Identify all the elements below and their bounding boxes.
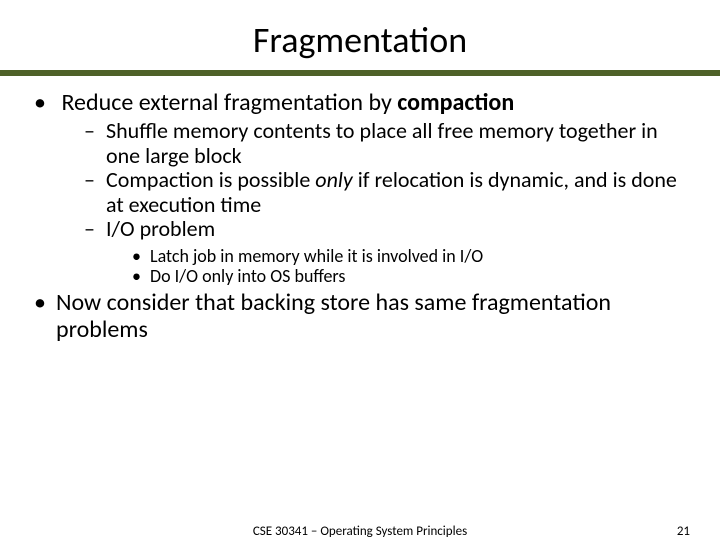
footer-page-number: 21: [677, 524, 690, 539]
bullet-item: Shuffle memory contents to place all fre…: [84, 119, 690, 168]
bullet-item: I/O problem Latch job in memory while it…: [84, 217, 690, 286]
bullet-item: Compaction is possible only if relocatio…: [84, 168, 690, 217]
bullet-text-bold: compaction: [397, 88, 514, 117]
bullet-text: Latch job in memory while it is involved…: [150, 245, 483, 267]
bullet-text: Compaction is possible: [106, 166, 315, 193]
title-underline: [0, 70, 720, 76]
bullet-list-level2: Shuffle memory contents to place all fre…: [56, 119, 690, 286]
bullet-list-level3: Latch job in memory while it is involved…: [106, 246, 690, 286]
bullet-item: Reduce external fragmentation by compact…: [34, 90, 690, 286]
footer-course: CSE 30341 – Operating System Principles: [0, 524, 720, 539]
bullet-item: Now consider that backing store has same…: [34, 290, 690, 344]
slide: Fragmentation Reduce external fragmentat…: [0, 0, 720, 540]
bullet-text: I/O problem: [106, 215, 215, 242]
bullet-item: Latch job in memory while it is involved…: [132, 246, 690, 266]
bullet-text: Do I/O only into OS buffers: [150, 265, 345, 287]
slide-content: Reduce external fragmentation by compact…: [30, 90, 690, 344]
bullet-text: Shuffle memory contents to place all fre…: [106, 117, 658, 169]
bullet-item: Do I/O only into OS buffers: [132, 266, 690, 286]
bullet-list-level1: Reduce external fragmentation by compact…: [30, 90, 690, 344]
bullet-text: Reduce external fragmentation by: [61, 88, 397, 117]
bullet-text: Now consider that backing store has same…: [56, 288, 611, 344]
bullet-text-italic: only: [315, 166, 353, 193]
slide-title: Fragmentation: [30, 0, 690, 70]
